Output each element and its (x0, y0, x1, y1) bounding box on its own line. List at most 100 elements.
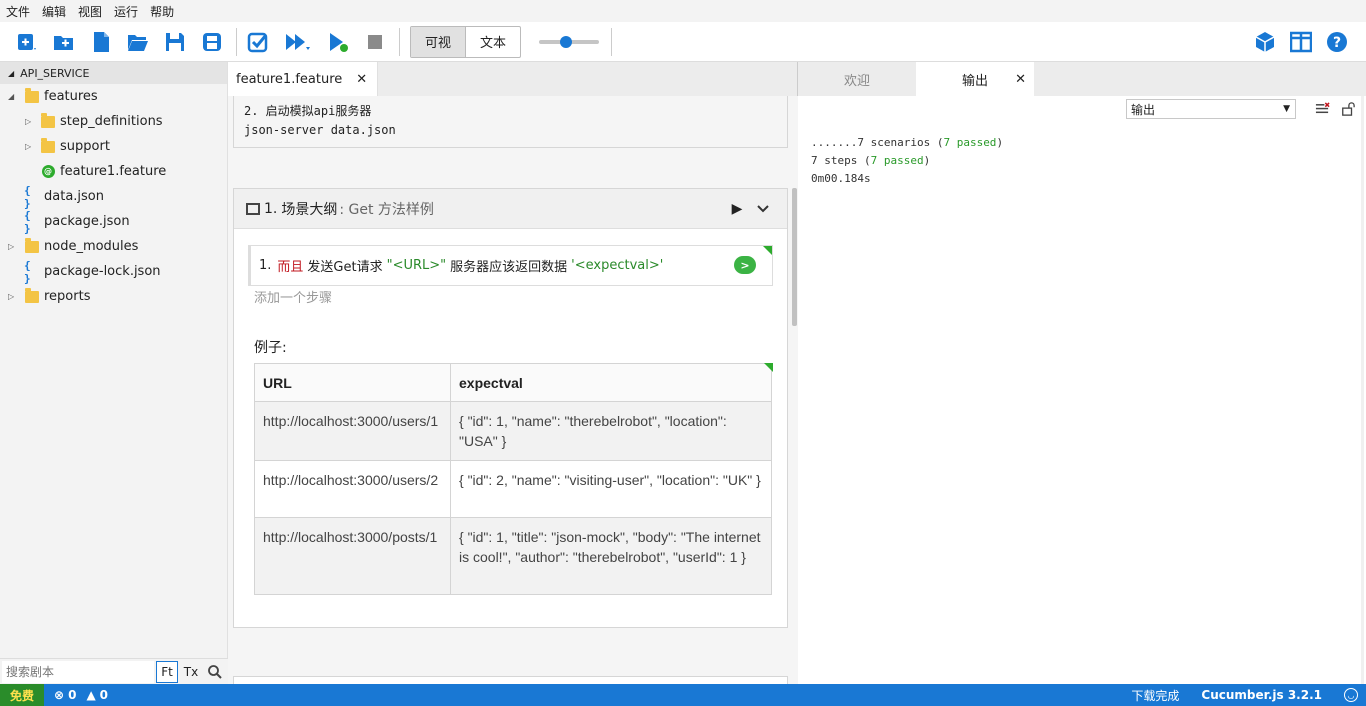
menu-run[interactable]: 运行 (114, 3, 138, 20)
table-cell[interactable]: http://localhost:3000/users/2 (254, 460, 451, 518)
step-param-url: "<URL>" (386, 258, 447, 273)
output-channel-select[interactable]: 输出 ▼ (1126, 99, 1296, 119)
scenario-header[interactable]: 1. 场景大纲 : Get 方法样例 ▶ (234, 189, 787, 229)
step-number: 1. (259, 258, 272, 273)
text-view-button[interactable]: 文本 (465, 26, 520, 57)
collapsed-arrow-icon[interactable]: ▷ (8, 242, 18, 251)
step-keyword[interactable]: 而且 (277, 256, 303, 275)
cucumber-feature-icon: @ (40, 164, 56, 180)
run-step-button[interactable]: > (734, 256, 756, 274)
new-document-button[interactable] (86, 27, 116, 57)
license-badge[interactable]: 免费 (0, 684, 45, 706)
visual-view-button[interactable]: 可视 (411, 26, 466, 57)
package-button[interactable] (1250, 27, 1280, 57)
step-row[interactable]: 1. 而且 发送Get请求 "<URL>" 服务器应该返回数据 '<expect… (248, 245, 773, 286)
examples-label: 例子: (254, 340, 287, 356)
tree-item-support[interactable]: ▷ support (0, 134, 227, 159)
run-button[interactable] (323, 27, 353, 57)
stop-button[interactable] (360, 27, 390, 57)
close-icon[interactable]: ✕ (1015, 72, 1026, 87)
save-button[interactable] (160, 27, 190, 57)
tree-item-feature1[interactable]: @ feature1.feature (0, 159, 227, 184)
output-scrollbar[interactable] (1361, 96, 1364, 684)
chevron-down-icon[interactable] (753, 199, 773, 219)
table-row: http://localhost:3000/posts/1 { "id": 1,… (254, 517, 772, 595)
tree-item-package-lock[interactable]: { } package-lock.json (0, 259, 227, 285)
collapsed-arrow-icon[interactable]: ▷ (25, 117, 35, 126)
toolbar-right: ? (1250, 27, 1358, 57)
tree-item-package-json[interactable]: { } package.json (0, 209, 227, 235)
step-text: 服务器应该返回数据 (450, 260, 568, 275)
step-description: 2. 启动模拟api服务器 (244, 104, 372, 118)
table-cell[interactable]: http://localhost:3000/posts/1 (254, 517, 451, 595)
table-cell[interactable]: { "id": 2, "name": "visiting-user", "loc… (450, 460, 772, 518)
tree-item-label: feature1.feature (60, 164, 167, 179)
column-header-url[interactable]: URL (254, 363, 451, 402)
step-param-expectval: '<expectval>' (571, 258, 664, 273)
column-header-expectval[interactable]: expectval (450, 363, 772, 402)
close-icon[interactable]: ✕ (356, 72, 367, 87)
menu-view[interactable]: 视图 (78, 3, 102, 20)
menu-help[interactable]: 帮助 (150, 3, 174, 20)
search-icon[interactable] (204, 661, 226, 683)
table-cell[interactable]: http://localhost:3000/users/1 (254, 401, 451, 461)
error-count[interactable]: ⊗ 0 (54, 688, 76, 702)
expanded-arrow-icon[interactable]: ◢ (8, 92, 18, 101)
download-status[interactable]: 下载完成 (1131, 687, 1179, 704)
open-folder-icon (128, 34, 148, 51)
tab-feature1[interactable]: feature1.feature ✕ (228, 62, 379, 96)
new-file-button[interactable] (12, 27, 42, 57)
json-file-icon: { } (24, 183, 31, 210)
table-cell[interactable]: { "id": 1, "title": "json-mock", "body":… (450, 517, 772, 595)
layout-button[interactable] (1286, 27, 1316, 57)
save-all-button[interactable] (197, 27, 227, 57)
tree-item-data-json[interactable]: { } data.json (0, 183, 227, 210)
project-name: API_SERVICE (20, 66, 90, 80)
table-cell[interactable]: { "id": 1, "name": "therebelrobot", "loc… (450, 401, 772, 461)
search-feature-toggle[interactable]: Ft (156, 660, 178, 683)
editor-scrollbar[interactable] (792, 188, 797, 326)
collapsed-arrow-icon[interactable]: ▷ (25, 142, 35, 151)
collapse-arrow-icon[interactable]: ◢ (8, 69, 14, 78)
folder-icon (24, 87, 40, 105)
scenario-number: 1. (264, 200, 278, 217)
open-button[interactable] (123, 27, 153, 57)
zoom-slider-knob[interactable] (560, 35, 573, 48)
tab-welcome[interactable]: 欢迎 (798, 62, 916, 96)
clear-output-icon[interactable] (1312, 99, 1332, 119)
tree-item-features[interactable]: ◢ features (0, 84, 227, 109)
scenario-title[interactable]: : Get 方法样例 (339, 199, 434, 219)
folder-icon (24, 287, 40, 305)
tree-item-node-modules[interactable]: ▷ node_modules (0, 234, 227, 259)
menu-file[interactable]: 文件 (6, 3, 30, 20)
scenario-keyword: 场景大纲 (281, 201, 338, 218)
zoom-slider[interactable] (539, 35, 600, 48)
run-all-button[interactable] (280, 27, 316, 57)
collapsed-arrow-icon[interactable]: ▷ (8, 292, 18, 301)
output-console: .......7 scenarios (7 passed) 7 steps (7… (798, 122, 1366, 200)
step-text: 发送Get请求 (307, 260, 383, 275)
tab-output[interactable]: 输出 ✕ (916, 62, 1034, 96)
warning-count[interactable]: ▲ 0 (86, 688, 108, 702)
help-button[interactable]: ? (1322, 27, 1352, 57)
tree-item-step-definitions[interactable]: ▷ step_definitions (0, 109, 227, 134)
run-scenario-play-icon[interactable]: ▶ (727, 199, 747, 219)
project-title[interactable]: ◢ API_SERVICE (0, 62, 227, 84)
scenario-outline-icon (246, 202, 260, 215)
lock-scroll-icon[interactable] (1338, 99, 1358, 119)
feedback-smiley-icon[interactable]: ◡ (1344, 688, 1358, 702)
script-search-bar: Ft Tx (0, 658, 228, 684)
script-search-input[interactable] (2, 660, 154, 683)
status-right: 下载完成 Cucumber.js 3.2.1 ◡ (1109, 687, 1358, 704)
new-folder-button[interactable] (49, 27, 79, 57)
tree-item-label: support (60, 139, 110, 154)
check-button[interactable] (243, 27, 273, 57)
tree-item-reports[interactable]: ▷ reports (0, 284, 227, 309)
tree-item-label: step_definitions (60, 114, 163, 129)
menu-edit[interactable]: 编辑 (42, 3, 66, 20)
next-scenario-card[interactable] (233, 676, 788, 684)
search-text-toggle[interactable]: Tx (180, 661, 202, 683)
layout-columns-icon (1290, 31, 1312, 53)
add-step-link[interactable]: 添加一个步骤 (254, 287, 332, 306)
background-step-block[interactable]: 2. 启动模拟api服务器 json-server data.json (233, 96, 788, 148)
